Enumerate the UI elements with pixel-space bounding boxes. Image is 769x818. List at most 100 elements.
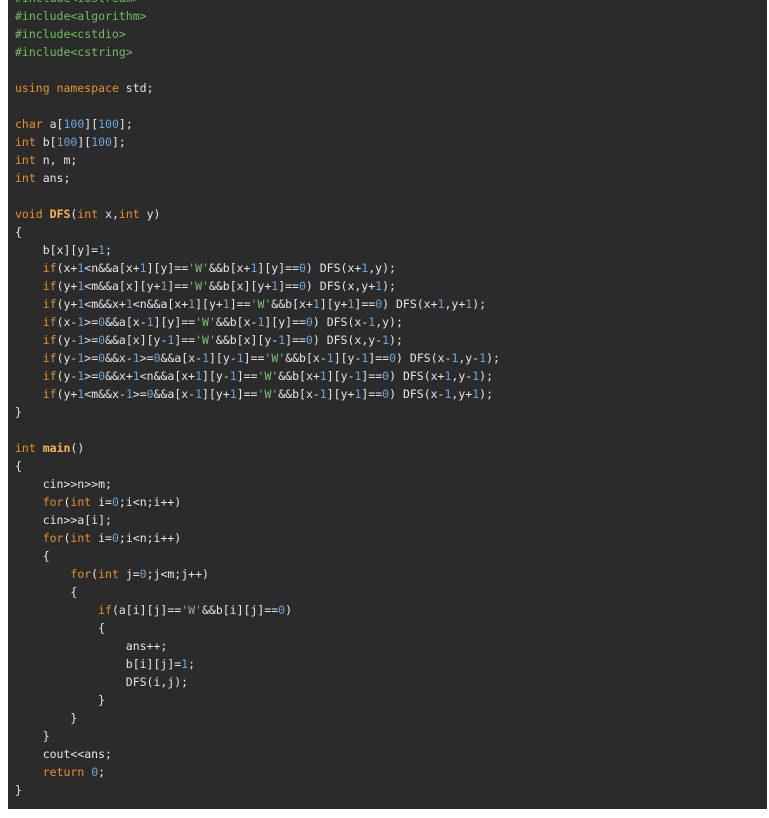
code-token: (y+ <box>56 279 78 293</box>
code-line: } <box>15 403 500 421</box>
code-token: 1 <box>229 387 237 401</box>
code-token: ,y+ <box>451 387 473 401</box>
code-token: &&b[x- <box>215 315 258 329</box>
code-token: 0 <box>305 333 313 347</box>
code-token: 'W' <box>195 315 216 329</box>
code-token: >= <box>132 387 147 401</box>
code-token: 1 <box>98 243 106 257</box>
code-line: for(int j=0;j<m;j++) <box>15 565 500 583</box>
code-token: DFS(i,j); <box>15 675 189 689</box>
code-token: if <box>42 387 57 401</box>
code-token: ) DFS(x- <box>312 315 369 329</box>
code-token: 100 <box>98 117 119 131</box>
code-token: void <box>15 207 43 221</box>
code-token: ); <box>479 387 493 401</box>
code-token: &&a[x][y- <box>105 333 168 347</box>
code-token: ][y+ <box>319 297 348 311</box>
code-token: 0 <box>389 351 397 365</box>
code-token: ][y+ <box>202 387 230 401</box>
code-token: (y+ <box>56 297 78 311</box>
code-line: #include<algorithm> <box>15 7 500 25</box>
code-token: int <box>15 441 36 455</box>
code-token: ) DFS(x+ <box>382 297 438 311</box>
code-line: return 0; <box>15 763 500 781</box>
code-token: y) <box>139 207 161 221</box>
code-token: 1 <box>319 387 327 401</box>
code-token: 'W' <box>264 351 286 365</box>
code-token: ]== <box>278 279 299 293</box>
code-token: ]== <box>361 369 383 383</box>
code-token: cin>>n>>m; <box>15 477 112 491</box>
code-token: ); <box>389 333 403 347</box>
code-token: int <box>15 135 36 149</box>
code-token: >= <box>139 351 154 365</box>
code-token: if <box>42 351 57 365</box>
code-token: &&b[x- <box>278 387 320 401</box>
code-token: i= <box>91 531 112 545</box>
code-token: (a[i][j]== <box>111 603 182 617</box>
code-line: } <box>15 727 500 745</box>
code-token: () <box>70 441 85 455</box>
code-token: for <box>42 495 64 509</box>
code-token: } <box>15 405 22 419</box>
code-token: ]== <box>174 333 196 347</box>
code-line: if(y+1<m&&a[x][y+1]=='W'&&b[x][y+1]==0) … <box>15 277 500 295</box>
code-line: int ans; <box>15 169 500 187</box>
code-token: &&b[x][y+ <box>208 279 272 293</box>
code-token: ; <box>105 243 112 257</box>
code-token: <m&&a[x][y+ <box>84 279 161 293</box>
code-token: if <box>42 279 57 293</box>
code-token: 'W' <box>250 297 272 311</box>
code-token: 'W' <box>257 387 279 401</box>
code-line: char a[100][100]; <box>15 115 500 133</box>
code-token: 1 <box>125 297 133 311</box>
code-token: 1 <box>132 351 140 365</box>
code-token: 0 <box>111 495 119 509</box>
code-token: if <box>42 261 57 275</box>
code-token: 1 <box>312 297 320 311</box>
code-token: ,y); <box>375 315 403 329</box>
code-token: ) DFS(x,y- <box>312 333 383 347</box>
code-token: std; <box>118 81 154 95</box>
code-token: ]== <box>236 369 258 383</box>
code-token: int <box>98 567 119 581</box>
code-token: ; <box>98 765 106 779</box>
code-line: if(x+1<n&&a[x+1][y]=='W'&&b[x+1][y]==0) … <box>15 259 500 277</box>
code-token: ) <box>285 603 293 617</box>
code-token: ]== <box>354 297 376 311</box>
code-token: 1 <box>326 351 334 365</box>
code-token: 0 <box>146 387 154 401</box>
code-line: b[x][y]=1; <box>15 241 500 259</box>
code-token: { <box>15 585 78 599</box>
code-content: #include<iostream> #include<algorithm> #in… <box>15 0 500 799</box>
code-token: #include<cstdio> <box>15 27 126 41</box>
code-token: ,y); <box>368 261 396 275</box>
code-token: ,y- <box>451 369 473 383</box>
code-token: 1 <box>222 297 230 311</box>
code-token: <n&&a[x+ <box>84 261 140 275</box>
code-token: ) DFS(x- <box>389 387 445 401</box>
code-token: i= <box>91 495 112 509</box>
code-token: a[ <box>42 117 64 131</box>
code-token: &&b[x+ <box>271 297 313 311</box>
code-token: (y- <box>56 333 78 347</box>
code-line: if(y-1>=0&&x-1>=0&&a[x-1][y-1]=='W'&&b[x… <box>15 349 500 367</box>
code-line: if(x-1>=0&&a[x-1][y]=='W'&&b[x-1][y]==0)… <box>15 313 500 331</box>
code-token: >= <box>84 351 99 365</box>
code-token: <m&&x- <box>84 387 126 401</box>
code-token: cin>>a[i]; <box>15 513 112 527</box>
code-token: (y- <box>56 369 78 383</box>
code-token: >= <box>84 369 99 383</box>
code-token: ;i<n;i++) <box>118 495 182 509</box>
code-token: #include<cstring> <box>15 45 133 59</box>
code-token: 1 <box>146 315 154 329</box>
code-line: { <box>15 619 500 637</box>
